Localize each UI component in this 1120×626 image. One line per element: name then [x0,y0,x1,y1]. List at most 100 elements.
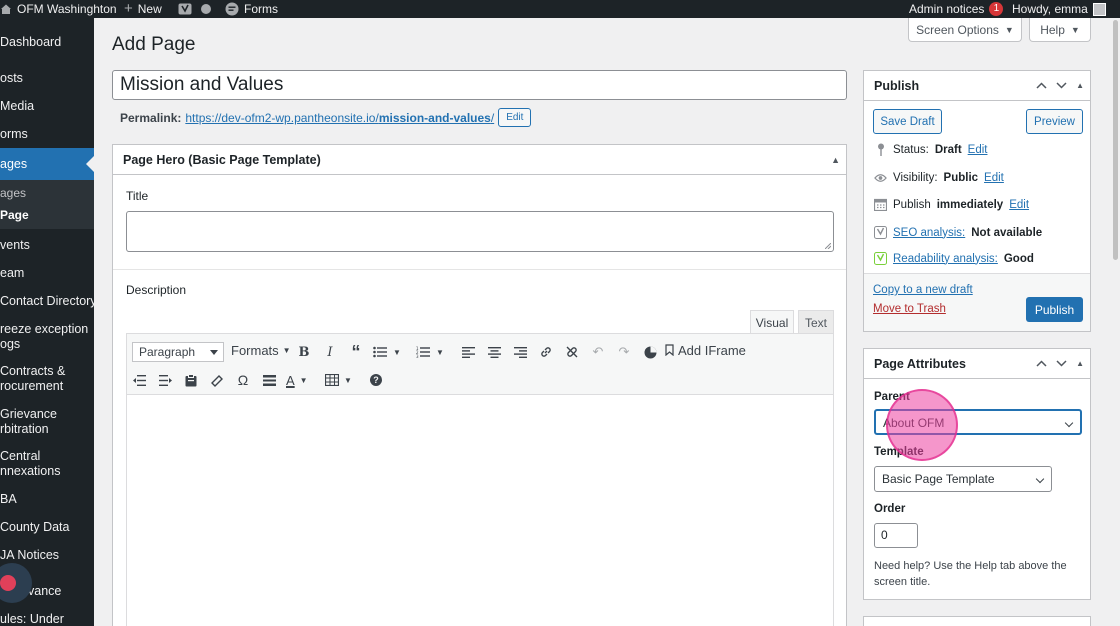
outdent-icon[interactable] [130,370,148,390]
sidebar-item-freeze-exception-logs[interactable]: reeze exception ogs [0,322,94,352]
edit-visibility-link[interactable]: Edit [984,172,1004,184]
template-select[interactable]: Basic Page Template [874,466,1052,492]
preview-button[interactable]: Preview [1026,109,1083,134]
metabox-title: Page Attributes [874,356,966,371]
toggle-triangle-icon[interactable]: ▲ [1076,81,1084,90]
align-right-icon[interactable] [511,342,529,362]
sidebar-item-label: County Data [0,520,70,534]
move-down-icon[interactable] [1056,80,1067,92]
order-input[interactable]: 0 [874,523,918,548]
sidebar-item-rules-under[interactable]: ules: Under [0,612,94,626]
help-circle-icon[interactable]: ? [367,370,385,390]
home-icon [1,4,11,14]
align-center-icon[interactable] [485,342,503,362]
chart-pie-icon[interactable] [641,342,659,362]
readability-analysis-link[interactable]: Readability analysis: [893,253,998,265]
sidebar-item-grievance-arbitration[interactable]: Grievance rbitration [0,407,94,437]
permalink-edit-button[interactable]: Edit [498,108,532,127]
edit-status-link[interactable]: Edit [968,144,988,156]
field-divider [113,269,846,270]
sidebar-item-posts[interactable]: osts [0,71,94,86]
formats-menu-button[interactable]: Formats ▼ [231,340,291,360]
sidebar-item-label: Contact Directory [0,294,94,308]
sidebar-item-county-data[interactable]: County Data [0,520,94,535]
sidebar-item-label: Central [0,449,41,463]
help-button[interactable]: Help ▼ [1029,18,1091,42]
copy-to-draft-link[interactable]: Copy to a new draft [873,284,973,296]
bold-icon[interactable]: B [295,342,313,362]
numbered-list-icon[interactable]: 123 ▼ [416,342,444,362]
status-dot-icon[interactable] [201,0,211,18]
submenu-all-pages[interactable]: ages [0,186,26,200]
permalink-link[interactable]: https://dev-ofm2-wp.pantheonsite.io/miss… [185,111,494,125]
submenu-add-new-page[interactable]: Page [0,208,29,222]
sidebar-item-events[interactable]: vents [0,238,94,253]
page-scrollbar[interactable] [1110,18,1120,626]
table-icon[interactable]: ▼ [325,370,352,390]
undo-icon[interactable]: ↶ [589,342,607,362]
horizontal-line-icon[interactable] [260,370,278,390]
unlink-icon[interactable] [563,342,581,362]
add-iframe-button[interactable]: Add IFrame [665,340,746,360]
seo-analysis-value: Not available [971,226,1043,239]
move-up-icon[interactable] [1036,358,1047,370]
blockquote-icon[interactable]: “ [347,342,365,362]
insert-link-icon[interactable] [537,342,555,362]
toggle-triangle-icon[interactable]: ▲ [831,155,840,165]
sidebar-item-team[interactable]: eam [0,266,94,281]
special-character-icon[interactable]: Ω [234,370,252,390]
hero-title-input[interactable] [126,211,834,252]
yoast-menu[interactable] [178,0,192,18]
sidebar-item-central-annexations[interactable]: Central nnexations [0,449,94,479]
tab-visual[interactable]: Visual [750,310,794,334]
align-left-icon[interactable] [459,342,477,362]
move-to-trash-link[interactable]: Move to Trash [873,303,946,315]
metabox-header[interactable]: Publish ▲ [864,71,1090,101]
publish-button[interactable]: Publish [1026,297,1083,322]
post-title-input[interactable]: Mission and Values [112,70,847,100]
sidebar-item-label: osts [0,71,23,85]
scrollbar-thumb[interactable] [1113,20,1118,260]
sidebar-item-media[interactable]: Media [0,99,94,114]
redo-icon[interactable]: ↷ [615,342,633,362]
italic-icon[interactable]: I [321,342,339,362]
metabox-title: Publish [874,78,920,93]
user-account-menu[interactable]: Howdy, emma [1012,0,1106,18]
text-color-icon[interactable]: A ▼ [286,370,308,390]
sidebar-item-forms[interactable]: orms [0,127,94,142]
svg-text:3: 3 [416,354,419,358]
parent-select[interactable]: About OFM [874,409,1082,435]
new-content-menu[interactable]: + New [124,0,162,18]
sidebar-item-cba[interactable]: BA [0,492,94,507]
next-metabox [863,616,1091,626]
bullet-list-icon[interactable]: ▼ [373,342,401,362]
move-down-icon[interactable] [1056,358,1067,370]
sidebar-item-contact-directory[interactable]: Contact Directory [0,294,94,309]
paragraph-format-select[interactable]: Paragraph [132,342,224,362]
pages-submenu: ages Page [0,180,94,229]
paste-text-icon[interactable] [182,370,200,390]
metabox-header[interactable]: Page Attributes ▲ [864,349,1090,379]
toggle-triangle-icon[interactable]: ▲ [1076,359,1084,368]
indent-icon[interactable] [156,370,174,390]
sidebar-item-ja-notices[interactable]: JA Notices [0,548,94,563]
save-draft-button[interactable]: Save Draft [873,109,942,134]
forms-menu[interactable]: Forms [225,0,278,18]
seo-analysis-link[interactable]: SEO analysis: [893,227,965,239]
resize-handle-icon[interactable] [825,243,831,249]
current-menu-arrow [86,156,94,172]
clear-formatting-icon[interactable] [208,370,226,390]
screen-options-button[interactable]: Screen Options ▼ [908,18,1022,42]
site-name-link[interactable]: OFM Washinghton [0,0,117,18]
yoast-icon [178,3,192,15]
sidebar-item-contracts-procurement[interactable]: Contracts & rocurement [0,364,94,394]
edit-publish-date-link[interactable]: Edit [1009,199,1029,211]
sidebar-item-dashboard[interactable]: Dashboard [0,35,94,50]
tab-text[interactable]: Text [798,310,834,334]
move-up-icon[interactable] [1036,80,1047,92]
admin-notices-menu[interactable]: Admin notices 1 [909,0,1004,18]
sidebar-item-pages[interactable]: ages [0,148,94,180]
sidebar-item-label: rbitration [0,422,49,436]
description-editor-area[interactable] [126,395,834,626]
metabox-header[interactable]: Page Hero (Basic Page Template) ▲ [113,145,846,175]
